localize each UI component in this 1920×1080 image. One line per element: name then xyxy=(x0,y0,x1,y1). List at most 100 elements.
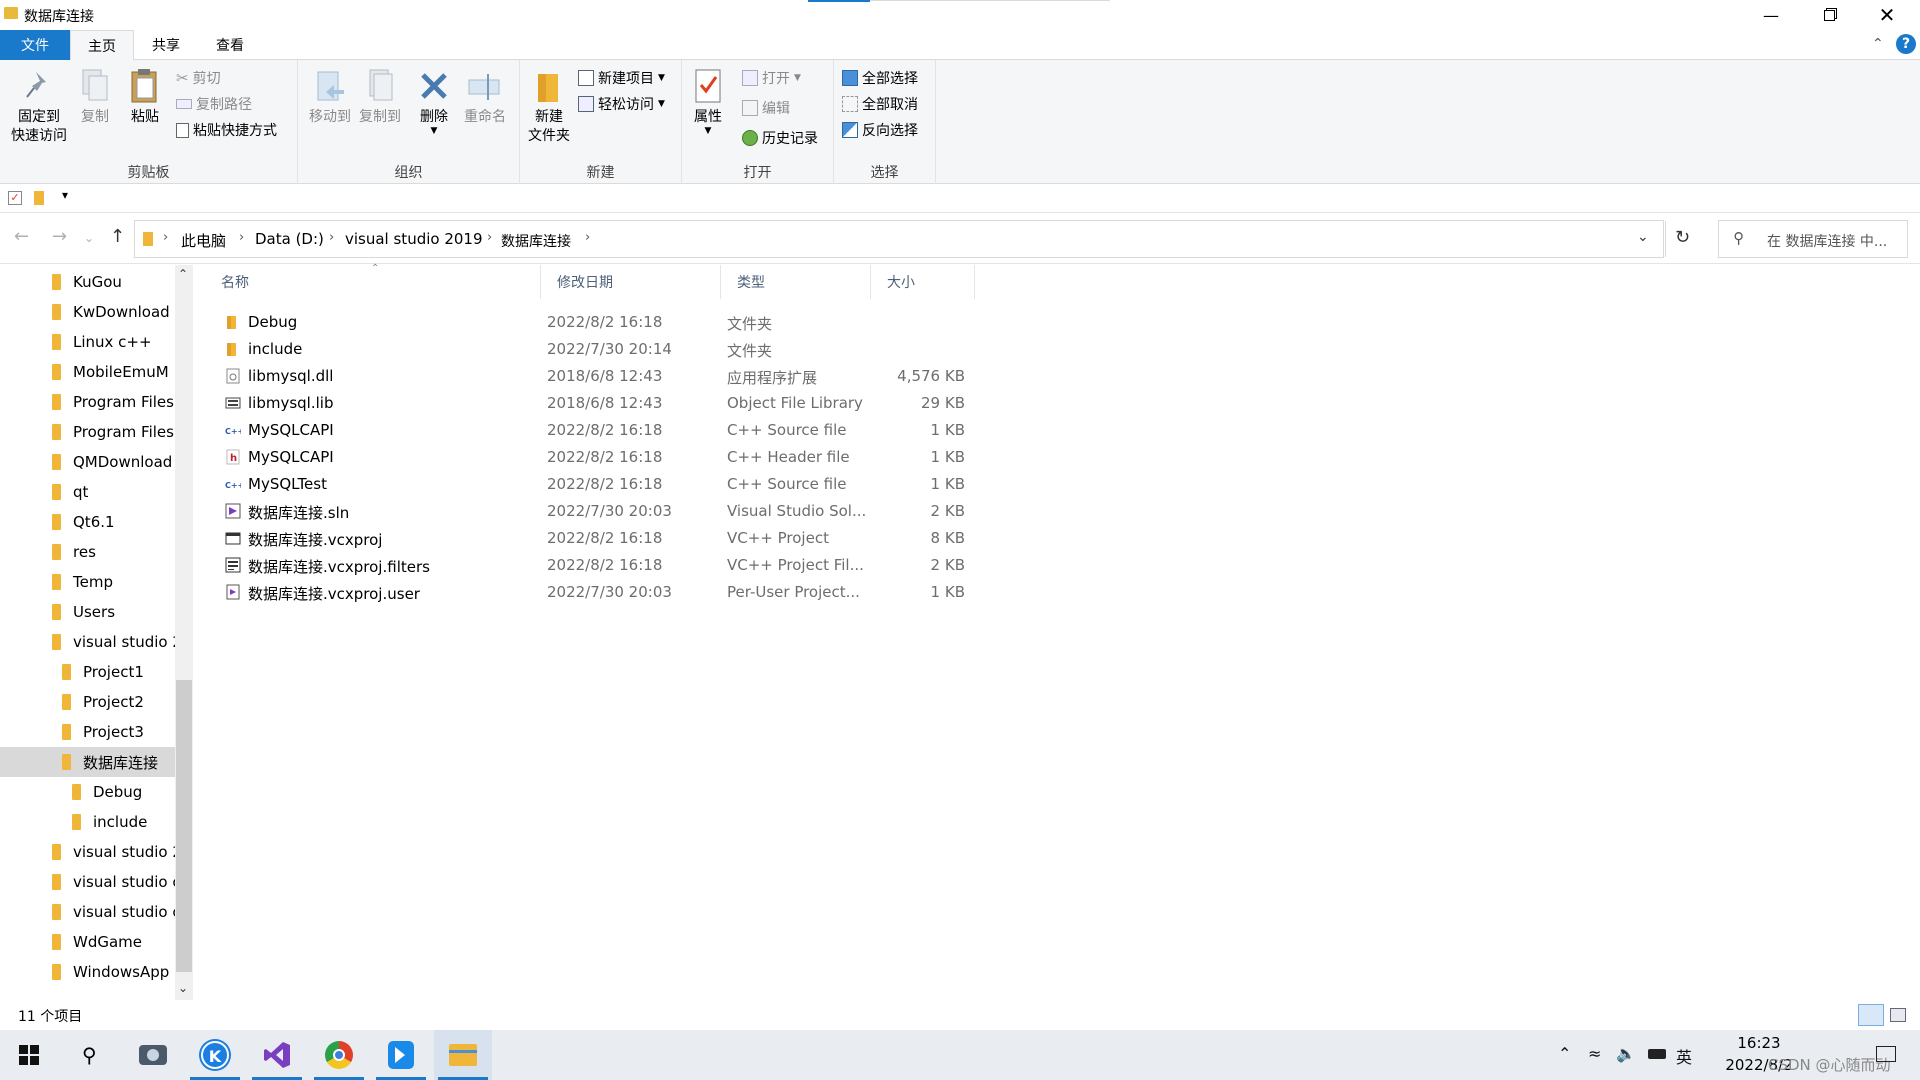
minimize-button[interactable]: — xyxy=(1742,0,1800,30)
nav-tree-item[interactable]: KwDownload xyxy=(0,297,175,327)
start-button[interactable] xyxy=(0,1030,58,1080)
visual-studio-app[interactable] xyxy=(248,1030,306,1080)
properties-qat-icon[interactable]: ✓ xyxy=(8,191,22,205)
help-icon[interactable]: ? xyxy=(1896,34,1916,54)
edit-button[interactable]: 编辑 xyxy=(742,98,790,118)
copy-button[interactable]: 复制 xyxy=(74,66,116,127)
nav-tree-item[interactable]: 数据库连接 xyxy=(0,747,175,777)
breadcrumb-separator-icon[interactable]: › xyxy=(163,230,168,245)
nav-tree-item[interactable]: KuGou xyxy=(0,267,175,297)
breadcrumb-this-pc[interactable]: 此电脑 xyxy=(181,230,226,251)
back-arrow-icon[interactable]: ← xyxy=(14,226,29,247)
nav-tree-item[interactable]: WindowsApp xyxy=(0,957,175,987)
open-button[interactable]: 打开 ▼ xyxy=(742,68,801,88)
notification-icon[interactable] xyxy=(1876,1046,1896,1062)
nav-tree-item[interactable]: Qt6.1 xyxy=(0,507,175,537)
breadcrumb-vs2019[interactable]: visual studio 2019 xyxy=(345,230,483,248)
file-row[interactable]: h MySQLCAPI 2022/8/2 16:18 C++ Header file 1… xyxy=(205,444,975,471)
delete-button[interactable]: 删除 ▼ xyxy=(414,66,454,136)
recent-locations-chevron-icon[interactable]: ⌄ xyxy=(84,231,94,245)
new-folder-qat-icon[interactable] xyxy=(34,191,44,205)
nav-tree-item[interactable]: Project3 xyxy=(0,717,175,747)
nav-tree-item[interactable]: include xyxy=(0,807,175,837)
tab-view[interactable]: 查看 xyxy=(198,30,262,60)
new-item-button[interactable]: 新建项目 ▼ xyxy=(578,68,665,88)
file-row[interactable]: 数据库连接.sln 2022/7/30 20:03 Visual Studio So… xyxy=(205,498,975,525)
nav-tree-item[interactable]: visual studio 2 xyxy=(0,627,175,657)
new-folder-button[interactable]: 新建 文件夹 xyxy=(524,66,574,146)
file-row[interactable]: C++ MySQLTest 2022/8/2 16:18 C++ Source fil… xyxy=(205,471,975,498)
select-all-button[interactable]: 全部选择 xyxy=(842,68,918,88)
file-row[interactable]: libmysql.lib 2018/6/8 12:43 Object File Li… xyxy=(205,390,975,417)
paste-button[interactable]: 粘贴 xyxy=(122,66,168,127)
move-to-button[interactable]: 移动到 xyxy=(306,66,354,127)
tab-file[interactable]: 文件 xyxy=(0,30,70,60)
nav-tree-item[interactable]: Users xyxy=(0,597,175,627)
up-arrow-icon[interactable]: ↑ xyxy=(110,226,125,247)
forward-arrow-icon[interactable]: → xyxy=(52,226,67,247)
search-taskbar-button[interactable]: ⚲ xyxy=(60,1030,118,1080)
large-icons-view-icon[interactable] xyxy=(1890,1008,1906,1022)
nav-pane-scrollbar[interactable]: ⌃ ⌄ xyxy=(175,265,193,1000)
search-box[interactable]: ⚲ 在 数据库连接 中... xyxy=(1718,220,1908,258)
breadcrumb-drive[interactable]: Data (D:) xyxy=(255,230,324,248)
nav-tree-item[interactable]: WdGame xyxy=(0,927,175,957)
nav-tree-item[interactable]: MobileEmuM xyxy=(0,357,175,387)
nav-tree-item[interactable]: Debug xyxy=(0,777,175,807)
copy-to-button[interactable]: 复制到 xyxy=(356,66,404,127)
collapse-ribbon-icon[interactable]: ⌃ xyxy=(1872,36,1884,52)
easy-access-button[interactable]: 轻松访问 ▼ xyxy=(578,94,665,114)
tab-share[interactable]: 共享 xyxy=(134,30,198,60)
battery-icon[interactable] xyxy=(1648,1049,1666,1059)
nav-tree-item[interactable]: qt xyxy=(0,477,175,507)
nav-tree-item[interactable]: Program Files xyxy=(0,417,175,447)
properties-button[interactable]: 属性 ▼ xyxy=(688,66,728,136)
nav-tree-item[interactable]: res xyxy=(0,537,175,567)
details-view-icon[interactable] xyxy=(1858,1004,1884,1026)
column-header-size[interactable]: 大小 xyxy=(871,265,975,299)
pin-quick-access-button[interactable]: 固定到 快速访问 xyxy=(6,66,72,146)
file-row[interactable]: libmysql.dll 2018/6/8 12:43 应用程序扩展 4,576 KB xyxy=(205,363,975,390)
breadcrumb-separator-icon[interactable]: › xyxy=(487,230,492,245)
nav-tree-item[interactable]: Temp xyxy=(0,567,175,597)
column-header-type[interactable]: 类型 xyxy=(721,265,871,299)
breadcrumb-separator-icon[interactable]: › xyxy=(239,230,244,245)
copy-path-button[interactable]: 复制路径 xyxy=(176,94,252,114)
paste-shortcut-button[interactable]: 粘贴快捷方式 xyxy=(176,120,277,140)
scroll-up-chevron-icon[interactable]: ⌃ xyxy=(178,267,188,281)
address-dropdown-chevron-icon[interactable]: ⌄ xyxy=(1637,229,1649,245)
nav-tree-item[interactable]: QMDownload xyxy=(0,447,175,477)
file-explorer-app[interactable] xyxy=(434,1030,492,1080)
nav-tree-item[interactable]: Program Files xyxy=(0,387,175,417)
file-row[interactable]: 数据库连接.vcxproj.filters 2022/8/2 16:18 VC++ … xyxy=(205,552,975,579)
breadcrumb-current[interactable]: 数据库连接 xyxy=(501,231,571,251)
nav-tree-item[interactable]: Linux c++ xyxy=(0,327,175,357)
restore-button[interactable] xyxy=(1800,0,1858,30)
kugou-app[interactable]: K xyxy=(186,1030,244,1080)
nav-tree-item[interactable]: Project1 xyxy=(0,657,175,687)
nav-tree-item[interactable]: Project2 xyxy=(0,687,175,717)
column-header-name[interactable]: 名称 ⌃ xyxy=(205,263,541,299)
file-row[interactable]: C++ MySQLCAPI 2022/8/2 16:18 C++ Source fil… xyxy=(205,417,975,444)
file-row[interactable]: 数据库连接.vcxproj 2022/8/2 16:18 VC++ Project 8… xyxy=(205,525,975,552)
select-none-button[interactable]: 全部取消 xyxy=(842,94,918,114)
feishu-app[interactable] xyxy=(372,1030,430,1080)
camera-app[interactable] xyxy=(124,1030,182,1080)
ime-indicator[interactable]: 英 xyxy=(1676,1044,1692,1068)
network-icon[interactable]: ≈ xyxy=(1588,1044,1601,1063)
qat-customize-icon[interactable]: ▾ xyxy=(62,188,68,202)
nav-tree-item[interactable]: visual studio c xyxy=(0,897,175,927)
breadcrumb-separator-icon[interactable]: › xyxy=(329,230,334,245)
close-button[interactable]: ✕ xyxy=(1858,0,1916,30)
file-row[interactable]: include 2022/7/30 20:14 文件夹 xyxy=(205,336,975,363)
column-header-date[interactable]: 修改日期 xyxy=(541,265,721,299)
history-button[interactable]: 历史记录 xyxy=(742,128,818,148)
nav-tree-item[interactable]: visual studio 2 xyxy=(0,837,175,867)
invert-selection-button[interactable]: 反向选择 xyxy=(842,120,918,140)
volume-icon[interactable]: 🔈 xyxy=(1616,1044,1636,1063)
chrome-app[interactable] xyxy=(310,1030,368,1080)
cut-button[interactable]: ✂ 剪切 xyxy=(176,68,221,88)
nav-tree-item[interactable]: visual studio c xyxy=(0,867,175,897)
scroll-thumb[interactable] xyxy=(176,680,192,972)
show-hidden-icons-chevron-icon[interactable]: ⌃ xyxy=(1558,1044,1571,1063)
